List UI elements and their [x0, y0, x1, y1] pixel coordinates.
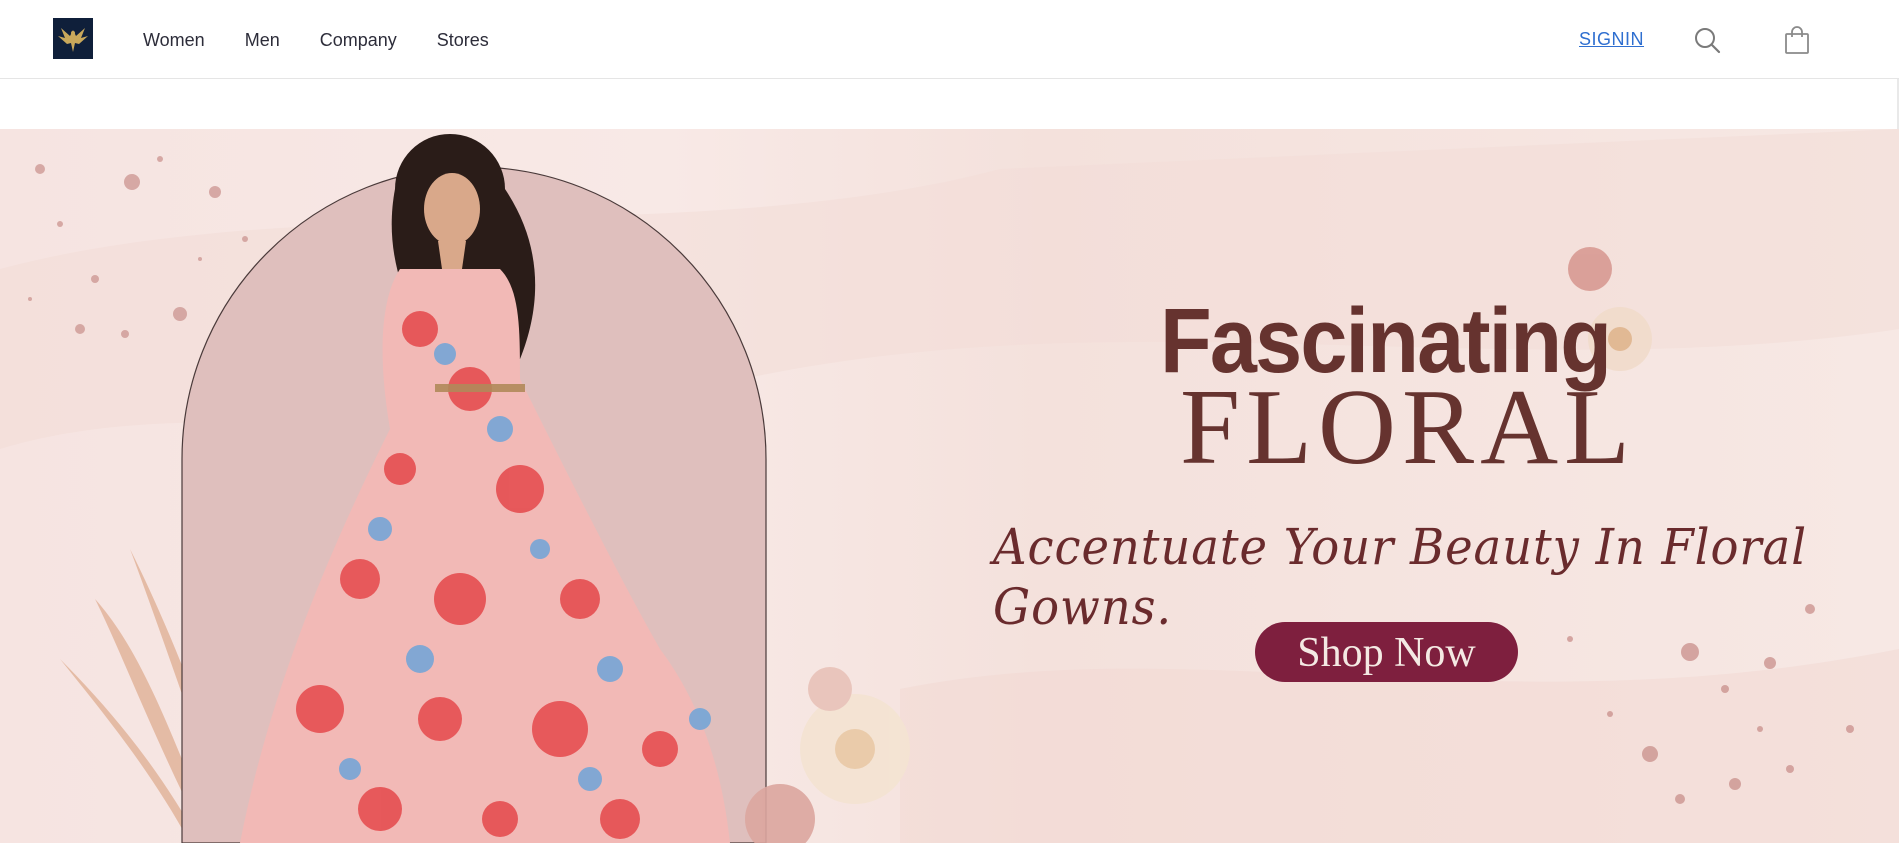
- search-icon: [1695, 28, 1721, 54]
- hero-headline-floral: FLORAL: [1180, 368, 1637, 487]
- hero-banner[interactable]: Fascinating FLORAL Accentuate Your Beaut…: [0, 129, 1899, 843]
- header-spacer: [0, 79, 1899, 129]
- nav-link-men[interactable]: Men: [245, 26, 280, 54]
- hero-tagline: Accentuate Your Beauty In Floral Gowns.: [993, 518, 1807, 636]
- nav-link-stores[interactable]: Stores: [437, 26, 489, 54]
- search-button[interactable]: [1693, 26, 1721, 54]
- shop-now-button[interactable]: Shop Now: [1255, 622, 1518, 682]
- signin-link[interactable]: SIGNIN: [1579, 26, 1644, 52]
- nav-link-women[interactable]: Women: [143, 26, 205, 54]
- page-bottom: [0, 843, 1899, 865]
- cart-button[interactable]: [1783, 25, 1811, 55]
- brand-logo[interactable]: [53, 18, 93, 59]
- main-nav: Women Men Company Stores: [143, 26, 529, 54]
- nav-link-company[interactable]: Company: [320, 26, 397, 54]
- eagle-logo-icon: [58, 27, 88, 52]
- site-header: Women Men Company Stores SIGNIN: [0, 0, 1899, 79]
- shopping-bag-icon: [1785, 26, 1809, 54]
